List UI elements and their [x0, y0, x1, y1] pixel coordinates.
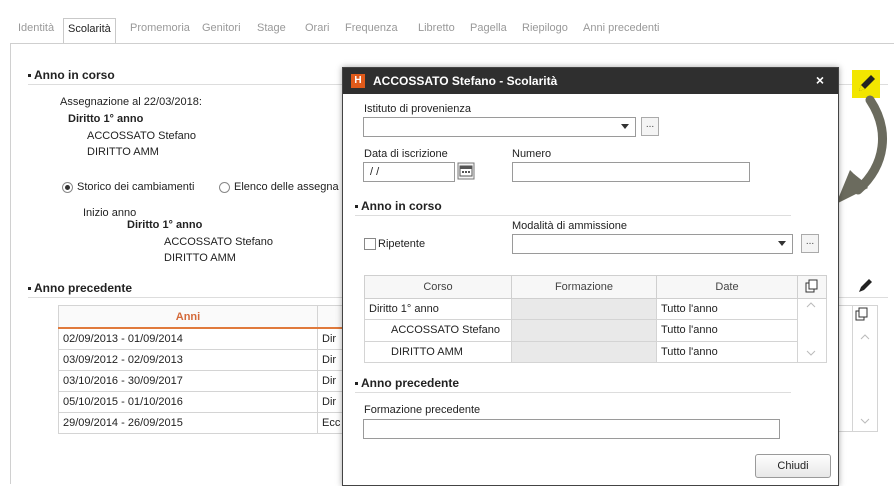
scrollbar-icon[interactable]: [798, 299, 824, 359]
close-button[interactable]: Chiudi: [755, 454, 831, 478]
history-table: Anni 02/09/2013 - 01/09/2014 Dir 03/09/20…: [58, 305, 351, 434]
dialog-course-table: Corso Formazione Date Diritto 1° anno Tu…: [364, 275, 827, 364]
column-header-formazione[interactable]: Formazione: [511, 275, 657, 299]
tab-bar: Identità Scolarità Promemoria Genitori S…: [0, 10, 894, 43]
assignment-right: Diritto 1° anno: [68, 113, 144, 125]
radio-empty-icon: [219, 181, 230, 193]
tab-identita[interactable]: Identità: [18, 22, 54, 34]
admission-label: Modalità di ammissione: [512, 220, 627, 232]
tab-promemoria[interactable]: Promemoria: [130, 22, 190, 34]
origin-more-button[interactable]: ...: [641, 117, 659, 136]
prev-training-label: Formazione precedente: [364, 404, 481, 416]
table-row[interactable]: 02/09/2013 - 01/09/2014 Dir: [58, 327, 351, 350]
tab-genitori[interactable]: Genitori: [202, 22, 241, 34]
column-header-corso[interactable]: Corso: [364, 275, 512, 299]
previous-year-heading: Anno precedente: [28, 281, 132, 295]
radio-selected-icon: [62, 181, 73, 193]
copy-icon[interactable]: [805, 279, 819, 293]
calendar-icon[interactable]: [457, 162, 475, 180]
column-header-anni[interactable]: Anni: [58, 305, 318, 329]
tab-orari[interactable]: Orari: [305, 22, 329, 34]
table-row[interactable]: ACCOSSATO Stefano Tutto l'anno: [364, 319, 827, 342]
app-logo-icon: H: [351, 74, 365, 88]
origin-select[interactable]: [363, 117, 636, 137]
current-year-heading: Anno in corso: [28, 68, 115, 82]
tab-stage[interactable]: Stage: [257, 22, 286, 34]
repeat-label: Ripetente: [378, 238, 426, 250]
start-year-right: Diritto 1° anno: [127, 219, 203, 231]
tab-pagella[interactable]: Pagella: [470, 22, 507, 34]
assignment-course: DIRITTO AMM: [87, 146, 159, 158]
dialog-titlebar[interactable]: H ACCOSSATO Stefano - Scolarità ×: [343, 68, 838, 94]
repeat-checkbox[interactable]: [364, 238, 376, 250]
prev-training-input[interactable]: [363, 419, 780, 439]
chevron-down-icon: [778, 241, 786, 246]
date-label: Data di iscrizione: [364, 148, 448, 160]
table-row[interactable]: 03/09/2012 - 02/09/2013 Dir: [58, 349, 351, 371]
edit-pencil-icon[interactable]: [856, 276, 874, 294]
assignment-label: Assegnazione al 22/03/2018:: [60, 96, 202, 108]
radio-list[interactable]: Elenco delle assegna: [219, 181, 339, 193]
table-scrollbar[interactable]: [852, 305, 878, 432]
table-row[interactable]: 03/10/2016 - 30/09/2017 Dir: [58, 370, 351, 392]
start-year-label: Inizio anno: [83, 207, 137, 219]
origin-label: Istituto di provenienza: [364, 103, 472, 115]
dialog-previous-year-heading: Anno precedente: [355, 376, 459, 390]
admission-select[interactable]: [512, 234, 793, 254]
tab-scolarita[interactable]: Scolarità: [63, 18, 116, 43]
table-row[interactable]: DIRITTO AMM Tutto l'anno: [364, 340, 827, 364]
scroll-arrows-icon: [860, 334, 870, 424]
column-header-date[interactable]: Date: [656, 275, 798, 299]
dialog-divider: [355, 215, 791, 216]
table-row[interactable]: Diritto 1° anno Tutto l'anno: [364, 297, 827, 363]
table-row[interactable]: 05/10/2015 - 01/10/2016 Dir: [58, 391, 351, 413]
tab-frequenza[interactable]: Frequenza: [345, 22, 398, 34]
number-label: Numero: [512, 148, 552, 160]
start-year-course: DIRITTO AMM: [164, 252, 236, 264]
tab-libretto[interactable]: Libretto: [418, 22, 455, 34]
assignment-name: ACCOSSATO Stefano: [87, 130, 197, 142]
tab-riepilogo[interactable]: Riepilogo: [522, 22, 568, 34]
start-year-name: ACCOSSATO Stefano: [164, 236, 274, 248]
curved-arrow-icon: [836, 95, 887, 204]
number-input[interactable]: [512, 162, 750, 182]
dialog-title: ACCOSSATO Stefano - Scolarità: [373, 74, 558, 88]
copy-column[interactable]: [797, 275, 827, 299]
copy-icon[interactable]: [855, 307, 869, 324]
table-row[interactable]: 29/09/2014 - 26/09/2015 Ecc: [58, 412, 351, 434]
chevron-down-icon: [621, 124, 629, 129]
tab-anni-precedenti[interactable]: Anni precedenti: [583, 22, 659, 34]
date-input[interactable]: / /: [363, 162, 455, 182]
dialog-divider-2: [355, 392, 791, 393]
admission-more-button[interactable]: ...: [801, 234, 819, 253]
close-icon[interactable]: ×: [816, 72, 824, 88]
radio-history[interactable]: Storico dei cambiamenti: [62, 181, 194, 193]
dialog-current-year-heading: Anno in corso: [355, 199, 442, 213]
